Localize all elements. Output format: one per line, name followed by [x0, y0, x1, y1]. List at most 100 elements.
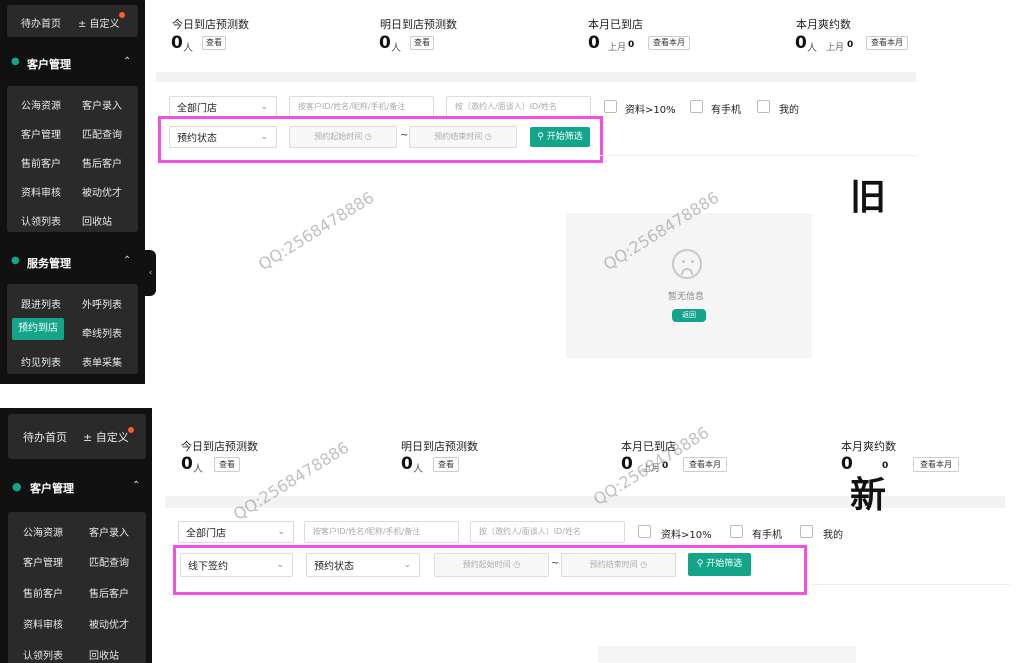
menu-item[interactable]: 售前客户 — [21, 155, 61, 170]
customer-search-input[interactable]: 按客户ID/姓名/昵称/手机/备注 — [289, 96, 434, 118]
inviter-search-input[interactable]: 按（邀约人/面谈人）ID/姓名 — [470, 521, 625, 543]
customer-search-input[interactable]: 按客户ID/姓名/昵称/手机/备注 — [304, 521, 459, 543]
profile-checkbox-label: 资料>10% — [625, 105, 676, 116]
nav-custom[interactable]: ± 自定义 — [78, 15, 120, 30]
menu-item[interactable]: 表单采集 — [82, 354, 122, 369]
view-button[interactable]: 查看 — [202, 36, 226, 50]
menu-item[interactable]: 资料审核 — [23, 616, 63, 631]
phone-checkbox[interactable] — [690, 100, 703, 113]
back-button[interactable]: 返回 — [672, 309, 706, 322]
customer-menu: 公海资源 客户录入 客户管理 匹配查询 售前客户 售后客户 资料审核 被动优才 … — [8, 512, 146, 663]
service-icon: ● — [11, 255, 20, 266]
sidebar: 待办首页 ± 自定义 ● 客户管理 ⌃ 公海资源 客户录入 客户管理 匹配查询 … — [0, 408, 152, 663]
menu-item[interactable]: 公海资源 — [23, 524, 63, 539]
view-button[interactable]: 查看 — [214, 457, 240, 472]
top-nav-box: 待办首页 ± 自定义 — [8, 414, 146, 459]
stat-month-missed-label: 本月爽约数 — [796, 18, 851, 31]
menu-item[interactable]: 资料审核 — [21, 184, 61, 199]
mine-checkbox[interactable] — [800, 525, 813, 538]
service-section-title[interactable]: 服务管理 — [27, 255, 71, 271]
nav-custom[interactable]: ± 自定义 — [83, 429, 129, 445]
menu-item[interactable]: 认领列表 — [21, 213, 61, 228]
empty-text: 暂无信息 — [668, 292, 705, 302]
sad-face-icon — [672, 249, 702, 279]
view-month-button[interactable]: 查看本月 — [683, 457, 727, 472]
chevron-up-icon[interactable]: ⌃ — [123, 255, 131, 266]
nav-home[interactable]: 待办首页 — [21, 15, 61, 30]
chevron-up-icon[interactable]: ⌃ — [123, 56, 131, 67]
view-button[interactable]: 查看 — [433, 457, 459, 472]
collapse-sidebar-handle[interactable]: ‹ — [145, 250, 156, 296]
menu-item[interactable]: 售后客户 — [82, 155, 122, 170]
menu-item[interactable]: 客户管理 — [21, 126, 61, 141]
profile-checkbox[interactable] — [638, 525, 651, 538]
stat-today-label: 今日到店预测数 — [172, 18, 249, 31]
phone-checkbox[interactable] — [730, 525, 743, 538]
menu-item[interactable]: 客户录入 — [82, 97, 122, 112]
store-select[interactable]: 全部门店 ⌄ — [178, 521, 294, 543]
mine-checkbox-label: 我的 — [823, 530, 843, 541]
stat-tomorrow-label: 明日到店预测数 — [401, 440, 478, 453]
last-month-label: 上月 — [608, 43, 627, 53]
menu-item[interactable]: 公海资源 — [21, 97, 61, 112]
profile-checkbox-label: 资料>10% — [661, 530, 712, 541]
mine-checkbox[interactable] — [757, 100, 770, 113]
profile-checkbox[interactable] — [604, 100, 617, 113]
customer-section-title[interactable]: 客户管理 — [30, 480, 74, 496]
row-divider — [600, 155, 916, 156]
menu-item[interactable]: 匹配查询 — [82, 126, 122, 141]
menu-item-active[interactable]: 预约到店 — [12, 318, 64, 340]
menu-item[interactable]: 售后客户 — [89, 585, 129, 600]
phone-checkbox-label: 有手机 — [752, 530, 782, 541]
stat-unit: 人 — [413, 464, 423, 475]
stat-unit: 人 — [183, 43, 193, 54]
new-label: 新 — [850, 475, 887, 516]
menu-item[interactable]: 回收站 — [82, 213, 112, 228]
empty-state-card: 暂无信息 返回 — [566, 213, 812, 358]
stat-tomorrow-value: 0 — [379, 33, 391, 53]
stat-today-value: 0 — [181, 454, 193, 474]
inviter-search-input[interactable]: 按（邀约人/面谈人）ID/姓名 — [446, 96, 591, 118]
service-menu: 跟进列表 外呼列表 预约到店 牵线列表 约见列表 表单采集 — [7, 284, 138, 374]
phone-checkbox-label: 有手机 — [711, 105, 741, 116]
menu-item[interactable]: 外呼列表 — [82, 296, 122, 311]
chevron-down-icon: ⌄ — [277, 527, 285, 537]
menu-item[interactable]: 认领列表 — [23, 647, 63, 662]
store-select-value: 全部门店 — [177, 103, 217, 115]
menu-item[interactable]: 售前客户 — [23, 585, 63, 600]
section-divider — [156, 72, 916, 82]
menu-item[interactable]: 匹配查询 — [89, 554, 129, 569]
store-select-value: 全部门店 — [186, 528, 226, 540]
row-divider — [810, 584, 1010, 585]
view-button[interactable]: 查看 — [410, 36, 434, 50]
menu-item[interactable]: 客户管理 — [23, 554, 63, 569]
last-month-value: 0 — [847, 40, 854, 50]
menu-item[interactable]: 客户录入 — [89, 524, 129, 539]
menu-item[interactable]: 回收站 — [89, 647, 119, 662]
view-month-button[interactable]: 查看本月 — [913, 457, 959, 472]
view-month-button[interactable]: 查看本月 — [648, 36, 690, 50]
menu-item[interactable]: 跟进列表 — [21, 296, 61, 311]
store-select[interactable]: 全部门店 ⌄ — [169, 96, 277, 118]
nav-home[interactable]: 待办首页 — [23, 429, 67, 445]
menu-item[interactable]: 被动优才 — [82, 184, 122, 199]
mine-checkbox-label: 我的 — [779, 105, 799, 116]
highlight-box — [158, 116, 603, 163]
customer-section-title[interactable]: 客户管理 — [27, 56, 71, 72]
menu-item[interactable]: 牵线列表 — [82, 325, 122, 340]
last-month-label: 上月 — [826, 43, 845, 53]
notification-dot — [128, 427, 134, 433]
stat-unit: 人 — [391, 43, 401, 54]
stat-tomorrow-label: 明日到店预测数 — [380, 18, 457, 31]
view-month-button[interactable]: 查看本月 — [866, 36, 908, 50]
chevron-up-icon[interactable]: ⌃ — [132, 480, 140, 491]
stat-month-arrived-label: 本月已到店 — [588, 18, 643, 31]
stat-month-missed-label: 本月爽约数 — [841, 440, 896, 453]
menu-item[interactable]: 被动优才 — [89, 616, 129, 631]
stat-today-label: 今日到店预测数 — [181, 440, 258, 453]
stat-month-arrived-value: 0 — [588, 33, 600, 53]
last-month-value: 0 — [628, 40, 635, 50]
menu-item[interactable]: 约见列表 — [21, 354, 61, 369]
stat-tomorrow-value: 0 — [401, 454, 413, 474]
sidebar: 待办首页 ± 自定义 ● 客户管理 ⌃ 公海资源 客户录入 客户管理 匹配查询 … — [0, 0, 145, 384]
